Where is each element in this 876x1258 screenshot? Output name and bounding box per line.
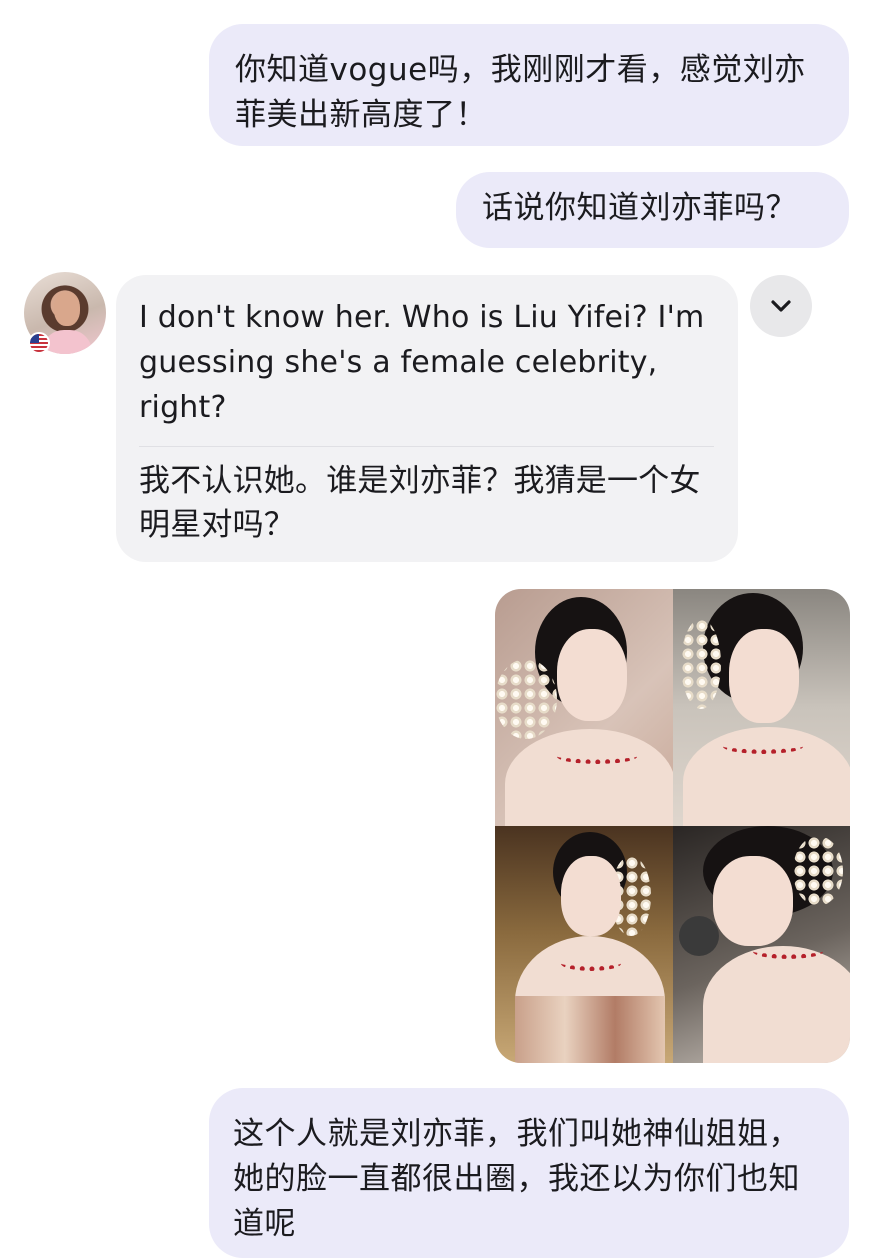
message-bubble-incoming[interactable]: I don't know her. Who is Liu Yifei? I'm … (116, 275, 738, 562)
photo-tile[interactable] (673, 826, 850, 1063)
message-translated-text: 我不认识她。谁是刘亦菲？我猜是一个女明星对吗？ (139, 463, 701, 543)
message-bubble-outgoing[interactable]: 话说你知道刘亦菲吗？ (456, 172, 849, 248)
message-original-text: I don't know her. Who is Liu Yifei? I'm … (139, 300, 705, 425)
message-bubble-outgoing[interactable]: 你知道vogue吗，我刚刚才看，感觉刘亦菲美出新高度了！ (209, 24, 849, 146)
message-text: 这个人就是刘亦菲，我们叫她神仙姐姐，她的脸一直都很出圈，我还以为你们也知道呢 (233, 1116, 800, 1242)
photo-collage-message[interactable] (495, 589, 850, 1063)
photo-tile[interactable] (673, 589, 850, 826)
chevron-down-icon (771, 300, 791, 312)
photo-tile[interactable] (495, 826, 673, 1063)
translation-divider (139, 446, 714, 447)
message-bubble-outgoing[interactable]: 这个人就是刘亦菲，我们叫她神仙姐姐，她的脸一直都很出圈，我还以为你们也知道呢 (209, 1088, 849, 1258)
photo-tile[interactable] (495, 589, 673, 826)
message-text: 话说你知道刘亦菲吗？ (482, 190, 797, 226)
expand-translation-button[interactable] (750, 275, 812, 337)
message-text: 你知道vogue吗，我刚刚才看，感觉刘亦菲美出新高度了！ (235, 52, 806, 133)
us-flag-icon (28, 332, 50, 354)
avatar-face (54, 292, 80, 326)
